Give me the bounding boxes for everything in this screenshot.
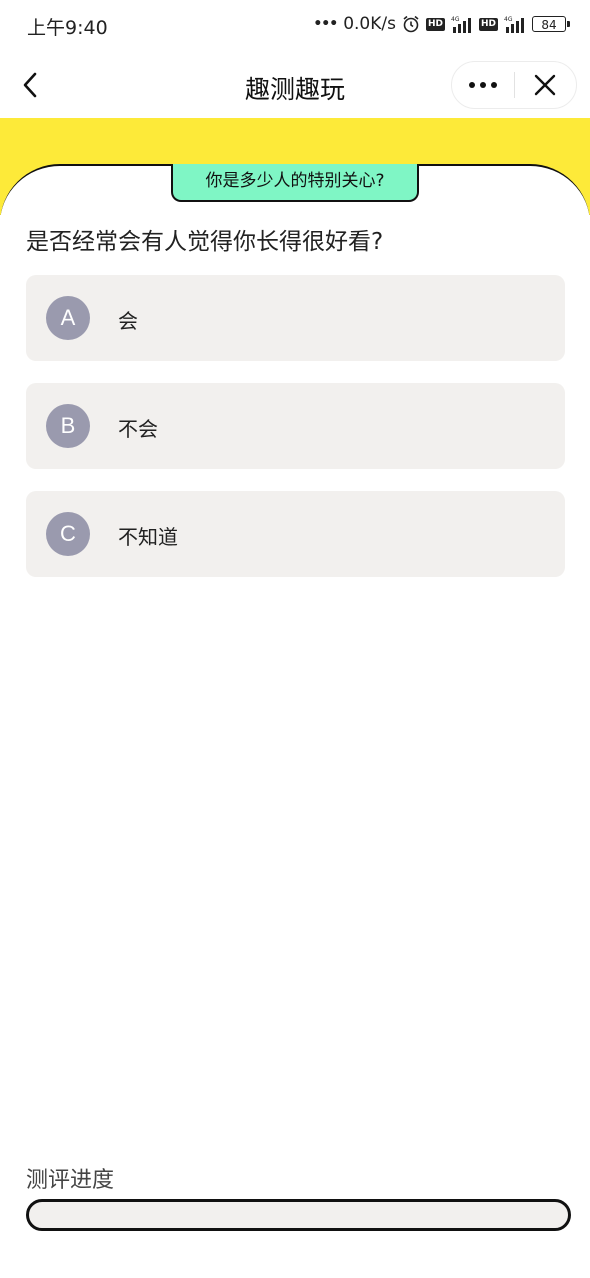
hd-badge-1: HD bbox=[425, 17, 445, 31]
status-time: 上午9:40 bbox=[27, 17, 108, 39]
more-dots-icon bbox=[468, 82, 497, 88]
progress-label: 测评进度 bbox=[26, 1168, 115, 1193]
more-status-icon: ••• bbox=[313, 16, 338, 32]
signal-4g-icon-1: 4G bbox=[451, 16, 471, 33]
progress-bar bbox=[26, 1199, 571, 1231]
option-label: 不知道 bbox=[118, 525, 178, 549]
status-icons: ••• 0.0K/s HD 4G HD 4G 84 bbox=[313, 12, 570, 36]
option-c[interactable]: C 不知道 bbox=[26, 491, 565, 577]
option-b[interactable]: B 不会 bbox=[26, 383, 565, 469]
status-bar: 上午9:40 ••• 0.0K/s HD 4G HD 4G 84 bbox=[0, 0, 590, 50]
signal-4g-icon-2: 4G bbox=[504, 16, 524, 33]
close-icon bbox=[535, 74, 556, 96]
alarm-icon bbox=[403, 15, 419, 33]
option-letter-badge: C bbox=[46, 512, 90, 556]
option-label: 不会 bbox=[118, 417, 158, 441]
battery-indicator: 84 bbox=[532, 16, 570, 32]
option-label: 会 bbox=[118, 309, 138, 333]
quiz-card-body bbox=[0, 215, 590, 1278]
mini-program-capsule bbox=[451, 61, 577, 109]
close-button[interactable] bbox=[515, 62, 577, 108]
option-letter-badge: A bbox=[46, 296, 90, 340]
hd-badge-2: HD bbox=[478, 17, 498, 31]
option-a[interactable]: A 会 bbox=[26, 275, 565, 361]
network-speed: 0.0K/s bbox=[343, 14, 396, 34]
topic-tag: 你是多少人的特别关心? bbox=[171, 164, 419, 202]
nav-bar: 趣测趣玩 bbox=[0, 50, 590, 120]
question-text: 是否经常会有人觉得你长得很好看? bbox=[26, 229, 384, 255]
option-letter-badge: B bbox=[46, 404, 90, 448]
network-type-label-1: 4G bbox=[451, 16, 460, 23]
more-button[interactable] bbox=[452, 62, 514, 108]
network-type-label-2: 4G bbox=[504, 16, 513, 23]
